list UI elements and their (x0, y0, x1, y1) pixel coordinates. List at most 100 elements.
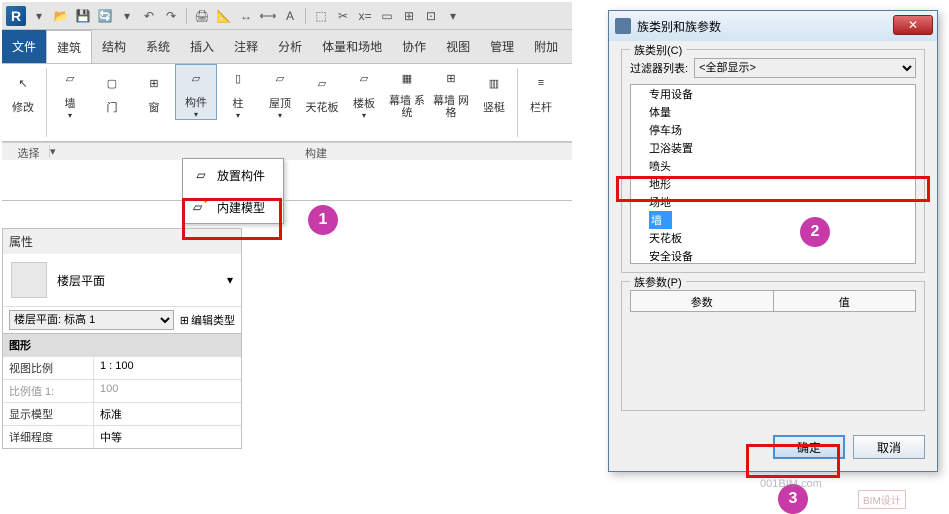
align-icon[interactable]: ⊞ (400, 7, 418, 25)
more-icon[interactable]: ▾ (444, 7, 462, 25)
prop-row-scale-value: 比例值 1:100 (3, 379, 241, 402)
edit-type-button[interactable]: ⊞ 编辑类型 (180, 312, 235, 328)
graphics-section-header[interactable]: 图形 (3, 334, 241, 356)
ribbon-component[interactable]: ▱构件▾ (175, 64, 217, 120)
ribbon-column[interactable]: ▯柱▾ (217, 64, 259, 120)
place-component-item[interactable]: ▱ 放置构件 (183, 159, 283, 191)
properties-panel: 属性 楼层平面 ▾ 楼层平面: 标高 1 ⊞ 编辑类型 图形 视图比例1 : 1… (2, 228, 242, 449)
list-item-selected[interactable]: 墙 (649, 211, 672, 229)
separator (305, 8, 306, 24)
tab-view[interactable]: 视图 (436, 30, 480, 63)
filter-label: 过滤器列表: (630, 60, 688, 76)
cancel-button[interactable]: 取消 (853, 435, 925, 459)
filter-row: 过滤器列表: <全部显示> (630, 58, 916, 78)
tab-structure[interactable]: 结构 (92, 30, 136, 63)
roof-icon: ▱ (266, 65, 294, 93)
list-item[interactable]: 安全设备 (631, 247, 915, 264)
curtain-grid-icon: ⊞ (437, 65, 465, 93)
tab-systems[interactable]: 系统 (136, 30, 180, 63)
measure-icon[interactable]: 📐 (215, 7, 233, 25)
edit-type-icon: ⊞ (180, 314, 189, 327)
var-icon[interactable]: x= (356, 7, 374, 25)
ribbon-curtain-system[interactable]: ▦幕墙 系统 (385, 64, 429, 120)
list-item[interactable]: 体量 (631, 103, 915, 121)
ribbon-window[interactable]: ⊞窗 (133, 64, 175, 120)
category-listbox[interactable]: 专用设备 体量 停车场 卫浴装置 喷头 地形 场地 墙 天花板 安全设备 家具 … (630, 84, 916, 264)
sync-icon[interactable]: 🔄 (96, 7, 114, 25)
callout-badge-1: 1 (308, 205, 338, 235)
type-name: 楼层平面 (57, 272, 105, 289)
watermark: 001BIM.com (760, 478, 822, 490)
prop-row-display-model[interactable]: 显示模型标准 (3, 402, 241, 425)
place-component-icon: ▱ (191, 165, 211, 185)
ribbon-door[interactable]: ▢门 (91, 64, 133, 120)
prop-row-detail-level[interactable]: 详细程度中等 (3, 425, 241, 448)
ribbon-railing[interactable]: ≡栏杆 (520, 64, 562, 120)
ribbon-separator (517, 68, 518, 137)
tab-annotate[interactable]: 注释 (224, 30, 268, 63)
qat-caret-icon[interactable]: ▾ (118, 7, 136, 25)
text-icon[interactable]: A (281, 7, 299, 25)
tab-manage[interactable]: 管理 (480, 30, 524, 63)
close-button[interactable]: ✕ (893, 15, 933, 35)
instance-select[interactable]: 楼层平面: 标高 1 (9, 310, 174, 330)
tab-addins[interactable]: 附加 (524, 30, 568, 63)
list-item[interactable]: 天花板 (631, 229, 915, 247)
ribbon-ceiling[interactable]: ▱天花板 (301, 64, 343, 120)
snap-icon[interactable]: ⊡ (422, 7, 440, 25)
ribbon-floor[interactable]: ▱楼板▾ (343, 64, 385, 120)
section-icon[interactable]: ▭ (378, 7, 396, 25)
chevron-down-icon[interactable]: ▾ (227, 273, 233, 287)
door-icon: ▢ (98, 69, 126, 97)
move-icon[interactable]: ↔ (237, 7, 255, 25)
ribbon-label: 修改 (12, 99, 34, 115)
undo-icon[interactable]: ↶ (140, 7, 158, 25)
tab-collaborate[interactable]: 协作 (392, 30, 436, 63)
close-icon: ✕ (908, 18, 918, 32)
ribbon-separator (46, 68, 47, 137)
filter-select[interactable]: <全部显示> (694, 58, 916, 78)
dimension-icon[interactable]: ⟷ (259, 7, 277, 25)
ceiling-icon: ▱ (308, 69, 336, 97)
separator (186, 8, 187, 24)
ribbon-group-caret-icon[interactable]: ▾ (50, 145, 66, 158)
list-item[interactable]: 卫浴装置 (631, 139, 915, 157)
tab-file[interactable]: 文件 (2, 30, 46, 63)
list-item[interactable]: 喷头 (631, 157, 915, 175)
folder-open-icon[interactable]: 📂 (52, 7, 70, 25)
list-item[interactable]: 停车场 (631, 121, 915, 139)
dialog-title: 族类别和族参数 (637, 18, 721, 35)
chevron-down-icon: ▾ (278, 111, 282, 120)
cut-icon[interactable]: ✂ (334, 7, 352, 25)
tab-insert[interactable]: 插入 (180, 30, 224, 63)
qat-dropdown-icon[interactable]: ▾ (30, 7, 48, 25)
tab-architecture[interactable]: 建筑 (46, 30, 92, 63)
ribbon-mullion[interactable]: ▥竖梃 (473, 64, 515, 120)
col-parameter: 参数 (631, 291, 774, 311)
ribbon-group-build: 构建 (296, 145, 336, 158)
tab-analyze[interactable]: 分析 (268, 30, 312, 63)
col-value: 值 (774, 291, 916, 311)
chevron-down-icon: ▾ (68, 111, 72, 120)
component-icon: ▱ (182, 65, 210, 92)
instance-selector-row: 楼层平面: 标高 1 ⊞ 编辑类型 (3, 306, 241, 333)
prop-row-view-scale[interactable]: 视图比例1 : 100 (3, 356, 241, 379)
ribbon-wall[interactable]: ▱墙▾ (49, 64, 91, 120)
print-icon[interactable]: 🖨 (193, 7, 211, 25)
ribbon-modify[interactable]: ↖ 修改 (2, 64, 44, 120)
cube3d-icon[interactable]: ⬚ (312, 7, 330, 25)
family-parameters-group: 族参数(P) 参数 值 (621, 281, 925, 411)
group-label-params: 族参数(P) (630, 274, 686, 290)
redo-icon[interactable]: ↷ (162, 7, 180, 25)
highlight-box-3 (746, 444, 840, 478)
callout-badge-2: 2 (800, 217, 830, 247)
list-item[interactable]: 专用设备 (631, 85, 915, 103)
ribbon-curtain-grid[interactable]: ⊞幕墙 网格 (429, 64, 473, 120)
type-selector[interactable]: 楼层平面 ▾ (3, 254, 241, 306)
dialog-titlebar[interactable]: 族类别和族参数 ✕ (609, 11, 937, 41)
railing-icon: ≡ (527, 69, 555, 97)
ribbon-roof[interactable]: ▱屋顶▾ (259, 64, 301, 120)
tab-massing-site[interactable]: 体量和场地 (312, 30, 392, 63)
save-icon[interactable]: 💾 (74, 7, 92, 25)
quick-access-toolbar: R ▾ 📂 💾 🔄 ▾ ↶ ↷ 🖨 📐 ↔ ⟷ A ⬚ ✂ x= ▭ ⊞ ⊡ ▾ (2, 2, 572, 30)
